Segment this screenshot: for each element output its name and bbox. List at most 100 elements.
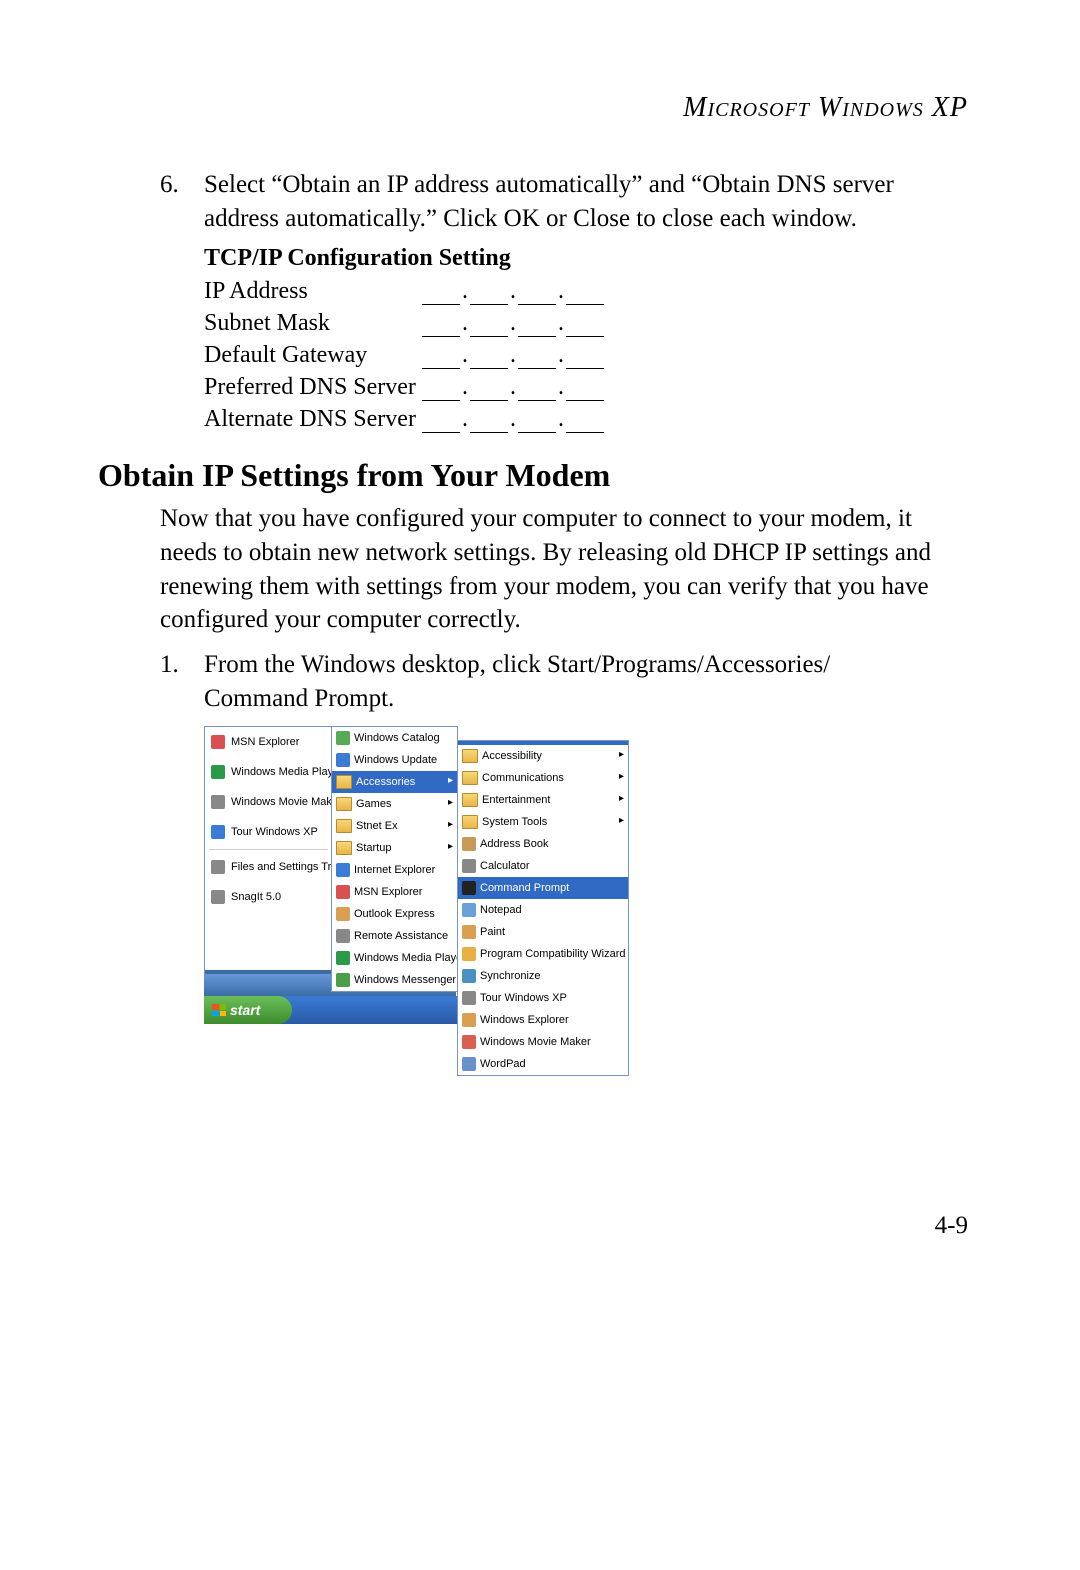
ip-segment-blank (422, 350, 460, 369)
program-icon (462, 859, 476, 873)
ip-dot: . (558, 342, 564, 369)
windows-flag-icon (212, 1004, 226, 1016)
submenu-item[interactable]: Windows Catalog (332, 727, 457, 749)
submenu-item[interactable]: Windows Update (332, 749, 457, 771)
list-number: 1. (160, 648, 179, 682)
submenu-item-label: Notepad (480, 904, 522, 916)
submenu-item-label: Accessibility (482, 750, 542, 762)
submenu-item[interactable]: Accessories▸ (332, 771, 457, 793)
submenu-item-label: Program Compatibility Wizard (480, 948, 625, 960)
program-icon (336, 929, 350, 943)
start-button[interactable]: start (204, 996, 292, 1024)
start-menu-item[interactable]: MSN Explorer (205, 727, 332, 757)
submenu-item[interactable]: Paint (458, 921, 628, 943)
submenu-item[interactable]: MSN Explorer (332, 881, 457, 903)
submenu-item[interactable]: Windows Movie Maker (458, 1031, 628, 1053)
ip-segment-blank (518, 382, 556, 401)
start-menu-item[interactable]: Tour Windows XP (205, 817, 332, 847)
step-1: 1. From the Windows desktop, click Start… (160, 648, 930, 716)
program-icon (209, 793, 227, 811)
program-icon (336, 863, 350, 877)
submenu-item-label: Entertainment (482, 794, 550, 806)
submenu-item[interactable]: WordPad (458, 1053, 628, 1075)
step-6-text: Select “Obtain an IP address automatical… (204, 168, 930, 236)
ip-blank-field: ... (422, 342, 604, 369)
program-icon (462, 1013, 476, 1027)
submenu-item-label: Remote Assistance (354, 930, 448, 942)
page-number: 4-9 (935, 1212, 968, 1240)
submenu-item[interactable]: Notepad (458, 899, 628, 921)
programs-submenu: Windows Catalog Windows Update Accessories… (331, 726, 458, 992)
tcp-row: Preferred DNS Server... (204, 374, 704, 406)
submenu-item[interactable]: Communications▸ (458, 767, 628, 789)
submenu-item-label: Tour Windows XP (480, 992, 567, 1004)
ip-segment-blank (470, 350, 508, 369)
ip-segment-blank (422, 286, 460, 305)
ip-dot: . (510, 374, 516, 401)
folder-icon (336, 819, 352, 833)
submenu-item[interactable]: Internet Explorer (332, 859, 457, 881)
tcp-row-label: IP Address (204, 278, 308, 305)
submenu-item[interactable]: Command Prompt (458, 877, 628, 899)
list-number: 6. (160, 168, 179, 202)
program-icon (336, 951, 350, 965)
submenu-arrow-icon: ▸ (619, 749, 624, 760)
program-icon (209, 733, 227, 751)
submenu-item-label: MSN Explorer (354, 886, 422, 898)
folder-icon (462, 815, 478, 829)
ip-segment-blank (566, 382, 604, 401)
submenu-item[interactable]: Address Book (458, 833, 628, 855)
submenu-item-label: Windows Media Player (354, 952, 466, 964)
submenu-item-label: Calculator (480, 860, 530, 872)
submenu-arrow-icon: ▸ (619, 815, 624, 826)
submenu-item-label: Paint (480, 926, 505, 938)
start-menu-item[interactable]: Windows Media Playe (205, 757, 332, 787)
submenu-item[interactable]: Windows Messenger (332, 969, 457, 991)
submenu-item[interactable]: Stnet Ex▸ (332, 815, 457, 837)
ip-blank-field: ... (422, 310, 604, 337)
submenu-item[interactable]: Startup▸ (332, 837, 457, 859)
ip-segment-blank (470, 414, 508, 433)
program-icon (336, 731, 350, 745)
ip-dot: . (462, 374, 468, 401)
start-label: start (230, 1002, 260, 1018)
submenu-item-label: System Tools (482, 816, 547, 828)
program-icon (336, 907, 350, 921)
submenu-item[interactable]: Calculator (458, 855, 628, 877)
intro-paragraph: Now that you have configured your comput… (160, 502, 940, 637)
ip-dot: . (558, 406, 564, 433)
ip-dot: . (510, 342, 516, 369)
submenu-item[interactable]: Remote Assistance (332, 925, 457, 947)
submenu-item[interactable]: Synchronize (458, 965, 628, 987)
program-icon (462, 925, 476, 939)
ip-dot: . (558, 310, 564, 337)
ip-segment-blank (518, 350, 556, 369)
start-menu-item[interactable]: SnagIt 5.0 (205, 882, 332, 912)
program-icon (462, 881, 476, 895)
submenu-item[interactable]: Program Compatibility Wizard (458, 943, 628, 965)
ip-dot: . (558, 278, 564, 305)
submenu-item[interactable]: Windows Media Player (332, 947, 457, 969)
start-menu-item[interactable]: Windows Movie Make (205, 787, 332, 817)
submenu-item[interactable]: Outlook Express (332, 903, 457, 925)
submenu-item-label: Synchronize (480, 970, 541, 982)
program-icon (462, 947, 476, 961)
submenu-item[interactable]: Games▸ (332, 793, 457, 815)
accessories-submenu: Accessibility▸Communications▸Entertainme… (457, 740, 629, 1076)
submenu-item-label: Windows Movie Maker (480, 1036, 591, 1048)
program-icon (209, 823, 227, 841)
submenu-item[interactable]: Entertainment▸ (458, 789, 628, 811)
submenu-arrow-icon: ▸ (448, 841, 453, 852)
start-menu-item[interactable]: Files and Settings Tra Wizard (205, 852, 332, 882)
submenu-item-label: Windows Update (354, 754, 437, 766)
tcp-config-title: TCP/IP Configuration Setting (204, 245, 511, 272)
step-6: 6. Select “Obtain an IP address automati… (160, 168, 930, 236)
submenu-item[interactable]: Accessibility ▸ (458, 745, 628, 767)
tcp-config-table: IP Address...Subnet Mask...Default Gatew… (204, 278, 704, 438)
taskbar: start (204, 996, 464, 1024)
submenu-item[interactable]: System Tools ▸ (458, 811, 628, 833)
ip-dot: . (510, 278, 516, 305)
submenu-item[interactable]: Tour Windows XP (458, 987, 628, 1009)
submenu-item-label: Communications (482, 772, 564, 784)
submenu-item[interactable]: Windows Explorer (458, 1009, 628, 1031)
